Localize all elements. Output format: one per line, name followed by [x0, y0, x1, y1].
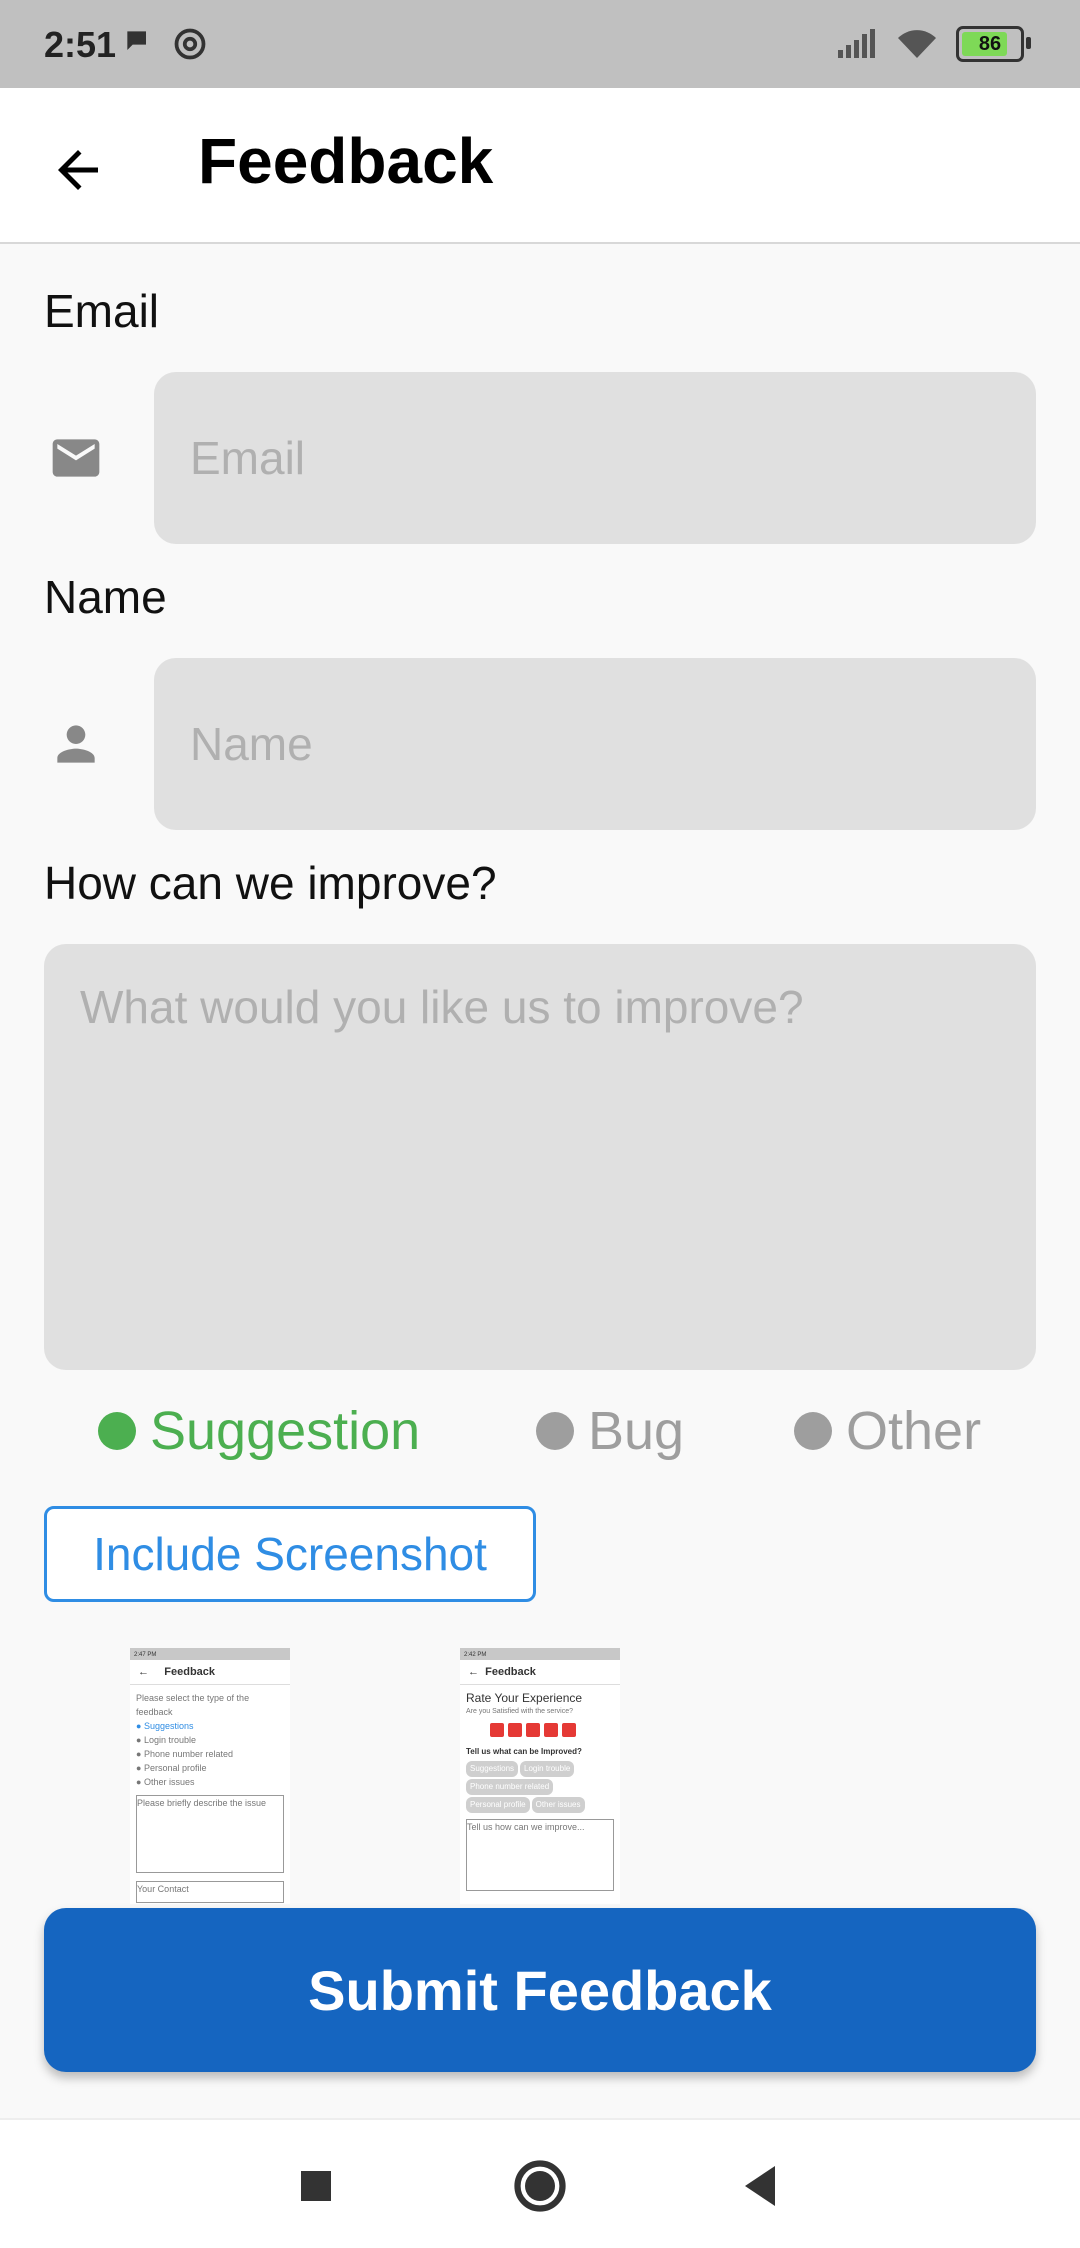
radio-suggestion[interactable]: Suggestion — [98, 1400, 420, 1462]
person-icon — [57, 725, 95, 763]
screenshot-thumbnail[interactable]: 2:47 PM ← Feedback Please select the typ… — [130, 1648, 290, 1904]
radio-unselected-dot — [536, 1412, 574, 1450]
back-nav-icon[interactable] — [730, 2156, 790, 2216]
mail-icon — [52, 439, 100, 477]
message-notification-icon — [127, 31, 146, 50]
at-sign-icon — [174, 28, 206, 60]
status-time: 2:51 — [44, 24, 117, 65]
name-label: Name — [44, 571, 167, 623]
email-label: Email — [44, 285, 160, 337]
app-bar: Feedback — [0, 88, 1080, 244]
include-screenshot-button[interactable]: Include Screenshot — [44, 1506, 536, 1602]
radio-unselected-dot — [794, 1412, 832, 1450]
improve-label: How can we improve? — [44, 857, 497, 909]
signal-icon — [838, 29, 875, 58]
home-icon[interactable] — [510, 2156, 570, 2216]
battery-level: 86 — [978, 32, 1002, 55]
back-arrow-icon[interactable] — [48, 140, 108, 200]
improve-textarea-container — [44, 944, 1036, 1370]
battery-indicator: 86 — [956, 26, 1031, 62]
radio-bug[interactable]: Bug — [536, 1400, 684, 1462]
page-title: Feedback — [198, 125, 494, 197]
email-field-container — [154, 372, 1036, 544]
wifi-icon — [898, 30, 936, 58]
email-field[interactable] — [188, 430, 1036, 486]
submit-feedback-button[interactable]: Submit Feedback — [44, 1908, 1036, 2072]
recents-icon[interactable] — [286, 2156, 346, 2216]
improve-textarea[interactable] — [78, 978, 1006, 1340]
name-field-container — [154, 658, 1036, 830]
radio-bug-label: Bug — [588, 1401, 685, 1461]
screenshot-thumbnail[interactable]: 2:42 PM ← Feedback Rate Your Experience … — [460, 1648, 620, 1904]
radio-other-label: Other — [846, 1401, 982, 1461]
radio-selected-dot — [98, 1412, 136, 1450]
radio-other[interactable]: Other — [794, 1400, 981, 1462]
radio-suggestion-label: Suggestion — [150, 1401, 421, 1461]
name-field[interactable] — [188, 716, 1036, 772]
system-nav-bar — [0, 2118, 1080, 2248]
status-bar: 2:51 86 — [0, 0, 1080, 88]
